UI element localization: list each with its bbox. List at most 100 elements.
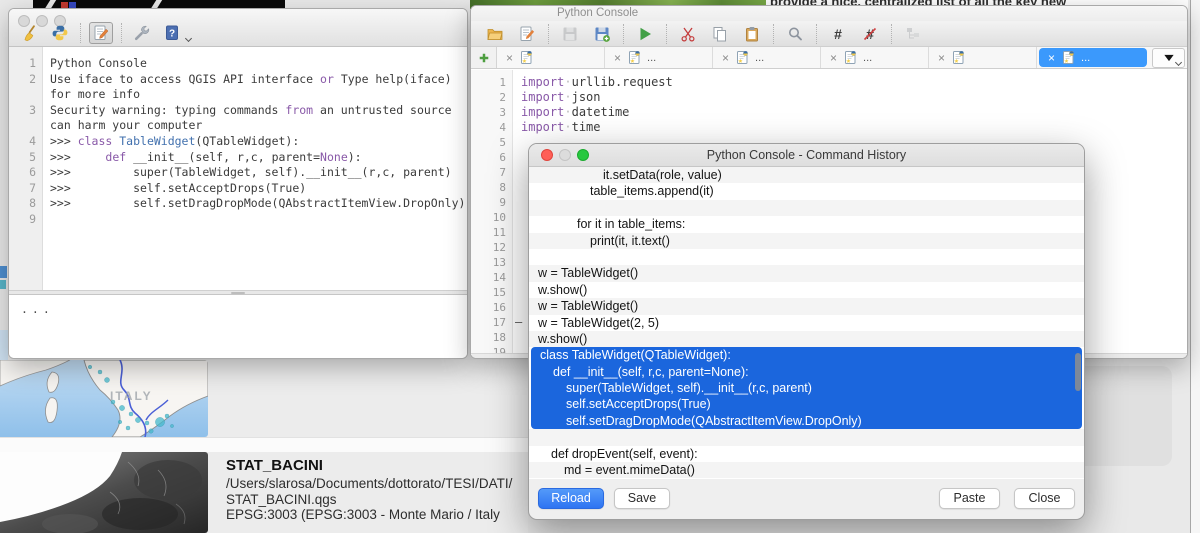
code-text: import·datetime [513,105,629,120]
copy-button[interactable] [708,23,732,45]
code-line: 2import·json [471,90,1187,105]
line-number: 18 [471,330,513,345]
history-row[interactable]: for it in table_items: [529,216,1084,232]
options-button[interactable] [130,22,154,44]
show-editor-button[interactable] [89,22,113,44]
save-as-button[interactable] [590,23,614,45]
history-row[interactable]: w = TableWidget() [529,265,1084,281]
cut-icon [679,25,697,43]
editor-window-titlebar[interactable]: Python Console [471,6,1187,21]
close-button[interactable]: Close [1014,488,1075,509]
code-text: >>> super(TableWidget, self).__init__(r,… [43,165,452,181]
history-row[interactable]: it.setData(role, value) [529,167,1084,183]
line-number: 6 [471,150,513,165]
clear-console-button[interactable] [18,22,42,44]
code-text [513,195,521,210]
close-tab-icon[interactable]: × [722,52,729,64]
new-tab-button[interactable] [471,47,497,68]
window-title: Python Console [557,7,638,19]
code-text [513,135,521,150]
help-button[interactable]: ? [160,22,184,44]
editor-tab-6[interactable]: ×... [1039,48,1147,67]
close-tab-icon[interactable]: × [614,52,621,64]
save-button[interactable]: Save [614,488,670,509]
paste-icon [743,25,761,43]
comment-button[interactable]: # [826,23,850,45]
code-text [513,270,521,285]
recent-project-row-stat-bacini[interactable]: STAT_BACINI /Users/slarosa/Documents/dot… [0,452,528,533]
line-number: 3 [9,103,43,119]
new-editor-button[interactable] [515,23,539,45]
close-button[interactable] [541,149,553,161]
run-script-button[interactable] [633,23,657,45]
paste-button[interactable] [740,23,764,45]
line-number [9,118,43,134]
close-tab-icon[interactable]: × [506,52,513,64]
line-number: 3 [471,105,513,120]
code-line: 1Python Console [9,56,467,72]
uncomment-button[interactable]: # [858,23,882,45]
paste-button[interactable]: Paste [939,488,1000,509]
code-line: can harm your computer [9,118,467,134]
history-row[interactable]: w = TableWidget() [529,298,1084,314]
code-line: 8>>> self.setDragDropMode(QAbstractItemV… [9,196,467,212]
history-row[interactable]: w.show() [529,282,1084,298]
script-file-icon [1061,50,1075,65]
history-row[interactable]: self.setDragDropMode(QAbstractItemView.D… [531,413,1082,429]
code-text: Security warning: typing commands from a… [43,103,452,119]
code-line: for more info [9,87,467,103]
tab-label: ... [863,52,872,64]
history-row[interactable]: def dropEvent(self, event): [529,446,1084,462]
close-tab-icon[interactable]: × [1048,52,1055,64]
history-row[interactable]: w = TableWidget(2, 5) [529,315,1084,331]
tab-list-dropdown-button[interactable] [1152,48,1185,68]
script-file-icon [627,50,641,65]
history-row[interactable]: self.setAcceptDrops(True) [531,396,1082,412]
console-input-area[interactable]: ... [9,295,467,358]
history-row[interactable]: print(it, it.text() [529,233,1084,249]
toolbar-separator [816,24,817,44]
editor-tab-5[interactable]: × [929,47,1037,68]
script-file-icon [843,50,857,65]
svg-text:?: ? [169,29,175,40]
code-line: 9 [9,212,467,228]
cut-button[interactable] [676,23,700,45]
toolbar-separator [666,24,667,44]
recent-project-row-map[interactable]: ITALY [0,360,528,437]
close-tab-icon[interactable]: × [830,52,837,64]
editor-tab-4[interactable]: ×... [821,47,929,68]
code-text: import·urllib.request [513,75,673,90]
code-text [513,255,521,270]
scrollbar-thumb[interactable] [1075,353,1081,391]
editor-tab-2[interactable]: ×... [605,47,713,68]
line-number: 17 [471,315,513,330]
history-row[interactable] [529,249,1084,265]
dialog-titlebar[interactable]: Python Console - Command History [529,144,1084,167]
history-row[interactable]: super(TableWidget, self).__init__(r,c, p… [531,380,1082,396]
zoom-button[interactable] [577,149,589,161]
command-history-list[interactable]: it.setData(role, value)table_items.appen… [529,167,1084,479]
editor-tab-bar: ××...×...×...××... [471,47,1187,69]
history-row[interactable] [529,200,1084,216]
code-text: Use iface to access QGIS API interface o… [43,72,452,88]
close-tab-icon[interactable]: × [938,52,945,64]
run-command-button[interactable] [48,22,72,44]
background-sliver [0,280,6,289]
history-row[interactable] [529,429,1084,445]
reload-button[interactable]: Reload [538,488,604,509]
fold-marker-icon[interactable]: – [515,315,522,330]
history-row[interactable]: def __init__(self, r,c, parent=None): [531,364,1082,380]
editor-tab-3[interactable]: ×... [713,47,821,68]
history-row[interactable]: class TableWidget(QTableWidget): [531,347,1082,363]
open-script-button[interactable] [483,23,507,45]
history-row[interactable]: table_items.append(it) [529,183,1084,199]
history-row[interactable]: md = event.mimeData() [529,462,1084,478]
minimize-button[interactable] [559,149,571,161]
console-output-area[interactable]: 1Python Console2Use iface to access QGIS… [9,47,467,290]
editor-tab-1[interactable]: × [497,47,605,68]
code-text [513,300,521,315]
line-number: 12 [471,240,513,255]
find-text-button[interactable] [783,23,807,45]
history-row[interactable]: w.show() [529,331,1084,347]
code-line: 4>>> class TableWidget(QTableWidget): [9,134,467,150]
